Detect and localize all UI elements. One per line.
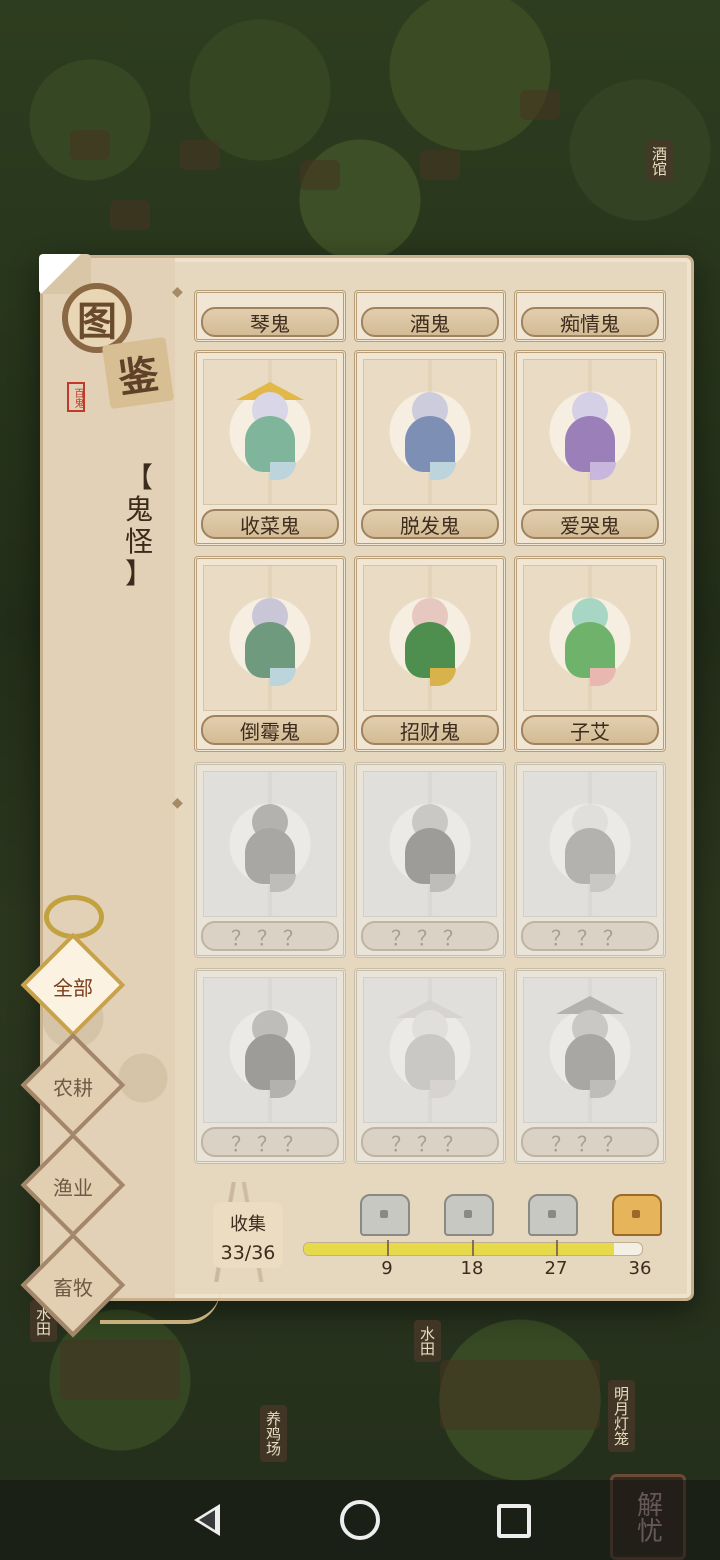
spine-knot-icon: ◆ — [172, 284, 183, 300]
category-char-2: 怪 — [124, 525, 153, 558]
tab-label: 渔业 — [53, 1176, 93, 1200]
tab-fishing[interactable]: 渔业 — [20, 1132, 126, 1238]
tab-all[interactable]: 全部 — [20, 932, 126, 1038]
spine-knot-icon: ◆ — [172, 795, 183, 811]
ghost-card-locked[interactable]: ？？？ — [354, 762, 506, 958]
farmer-ghost-icon — [203, 359, 337, 505]
ghost-name: 收菜鬼 — [201, 509, 339, 539]
ghost-name: 酒鬼 — [361, 307, 499, 337]
ghost-card[interactable]: 酒鬼 — [354, 290, 506, 342]
crop-tile — [70, 130, 110, 160]
bracket-close: 】 — [124, 557, 153, 590]
ghost-name: ？？？ — [521, 921, 659, 951]
collection-counter: 收集 33/36 — [213, 1202, 283, 1268]
milestone-tick — [556, 1240, 558, 1256]
collection-progress-fill — [304, 1243, 614, 1255]
ghost-name: 痴情鬼 — [521, 307, 659, 337]
ghost-grid[interactable]: 琴鬼 酒鬼 痴情鬼 收菜鬼 脱发鬼 爱哭鬼 倒霉鬼 招财鬼 子艾 ？？？ ？？？… — [176, 290, 676, 1170]
ghost-card[interactable]: 脱发鬼 — [354, 350, 506, 546]
system-nav-bar — [0, 1480, 720, 1560]
palanquin-ghost-icon — [523, 977, 657, 1123]
ghost-name: 招财鬼 — [361, 715, 499, 745]
field-tile — [60, 1340, 180, 1400]
dragon-rider-ghost-icon — [203, 977, 337, 1123]
recent-apps-icon[interactable] — [497, 1504, 531, 1538]
sign-paddy-2: 水田 — [414, 1320, 441, 1362]
milestone-label: 18 — [460, 1258, 484, 1279]
rabbit-lady-ghost-icon — [363, 771, 497, 917]
scholar-ghost-icon — [363, 359, 497, 505]
crop-tile — [180, 140, 220, 170]
reward-chest-icon[interactable] — [360, 1194, 410, 1236]
ghost-card[interactable]: 痴情鬼 — [514, 290, 666, 342]
tab-farming[interactable]: 农耕 — [20, 1032, 126, 1138]
bracket-open: 【 — [124, 461, 153, 494]
reward-chest-icon[interactable] — [444, 1194, 494, 1236]
milestone-tick — [387, 1240, 389, 1256]
sign-tavern: 酒馆 — [646, 140, 673, 182]
back-icon[interactable] — [188, 1500, 228, 1540]
milestone-label: 9 — [381, 1258, 393, 1279]
ghost-name: ？？？ — [201, 921, 339, 951]
collection-label: 收集 — [230, 1214, 266, 1235]
ghost-name: ？？？ — [201, 1127, 339, 1157]
tassel-decoration — [100, 1290, 220, 1324]
rabbit-ghost-icon — [523, 771, 657, 917]
milestone-tick — [472, 1240, 474, 1256]
crop-tile — [300, 160, 340, 190]
ghost-card-locked[interactable]: ？？？ — [194, 762, 346, 958]
sign-chicken-farm: 养鸡场 — [260, 1405, 287, 1462]
ghost-card-locked[interactable]: ？？？ — [354, 968, 506, 1164]
ghost-card[interactable]: 招财鬼 — [354, 556, 506, 752]
fortune-ghost-icon — [363, 565, 497, 711]
ghost-card[interactable]: 倒霉鬼 — [194, 556, 346, 752]
title-char-2: 鉴 — [101, 336, 175, 410]
knot-ornament-icon — [44, 895, 104, 939]
robed-ghost-icon — [363, 977, 497, 1123]
ghost-name: 爱哭鬼 — [521, 509, 659, 539]
ghost-name: ？？？ — [521, 1127, 659, 1157]
ghost-card-locked[interactable]: ？？？ — [514, 762, 666, 958]
ghost-card-locked[interactable]: ？？？ — [194, 968, 346, 1164]
ghost-card[interactable]: 琴鬼 — [194, 290, 346, 342]
ghost-name: 脱发鬼 — [361, 509, 499, 539]
ghost-card[interactable]: 爱哭鬼 — [514, 350, 666, 546]
ghost-name: ？？？ — [361, 1127, 499, 1157]
field-tile — [440, 1360, 600, 1430]
ghost-card-locked[interactable]: ？？？ — [514, 968, 666, 1164]
home-icon[interactable] — [340, 1500, 380, 1540]
final-reward-chest-icon[interactable] — [612, 1194, 662, 1236]
collection-count: 33/36 — [220, 1242, 276, 1264]
ghost-name: ？？？ — [361, 921, 499, 951]
category-label: 【 鬼 怪 】 — [118, 462, 160, 590]
tab-label: 农耕 — [53, 1076, 93, 1100]
unlucky-ghost-icon — [203, 565, 337, 711]
flower-ghost-icon — [523, 565, 657, 711]
crop-tile — [420, 150, 460, 180]
category-char-1: 鬼 — [124, 493, 153, 526]
crop-tile — [110, 200, 150, 230]
ghost-name: 倒霉鬼 — [201, 715, 339, 745]
reward-chest-icon[interactable] — [528, 1194, 578, 1236]
crying-ghost-icon — [523, 359, 657, 505]
ghost-card[interactable]: 收菜鬼 — [194, 350, 346, 546]
ghost-name: 子艾 — [521, 715, 659, 745]
red-stamp: 百鬼 — [67, 382, 85, 412]
tab-label: 全部 — [53, 976, 93, 1000]
ghost-name: 琴鬼 — [201, 307, 339, 337]
milestone-label: 36 — [628, 1258, 652, 1279]
boat-ghost-icon — [203, 771, 337, 917]
crop-tile — [520, 90, 560, 120]
ghost-card[interactable]: 子艾 — [514, 556, 666, 752]
milestone-label: 27 — [544, 1258, 568, 1279]
sign-lantern: 明月灯笼 — [608, 1380, 635, 1452]
